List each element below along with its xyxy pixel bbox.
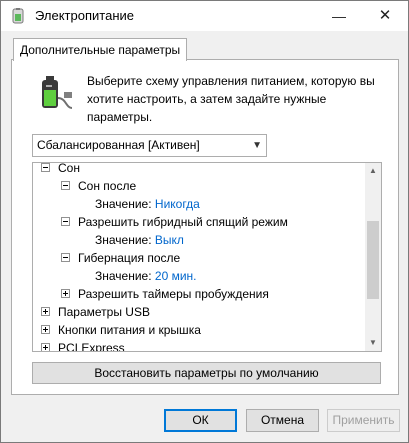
tree-item-label: Параметры USB xyxy=(58,305,150,319)
tree-item-label: Разрешить гибридный спящий режим xyxy=(78,215,288,229)
value-label: Значение: xyxy=(95,233,152,247)
settings-tree[interactable]: Сон Сон после Значение: Никогда Разрешит… xyxy=(32,162,382,352)
tree-item-label: Сон после xyxy=(78,179,137,193)
expand-icon[interactable] xyxy=(61,289,70,299)
tree-item-label: Гибернация после xyxy=(78,251,181,265)
tree-item-label: Разрешить таймеры пробуждения xyxy=(78,287,269,301)
expand-icon[interactable] xyxy=(41,307,50,317)
tree-item-power-buttons-lid[interactable]: Кнопки питания и крышка xyxy=(41,321,201,339)
value-label: Значение: xyxy=(95,197,152,211)
collapse-icon[interactable] xyxy=(61,217,70,227)
value-link[interactable]: Выкл xyxy=(155,233,184,247)
instruction-text: Выберите схему управления питанием, кото… xyxy=(87,74,375,124)
cancel-button[interactable]: Отмена xyxy=(246,409,319,432)
minimize-button[interactable]: — xyxy=(316,1,362,31)
ok-button[interactable]: ОК xyxy=(164,409,237,432)
scroll-down-arrow-icon[interactable]: ▼ xyxy=(365,335,381,351)
collapse-icon[interactable] xyxy=(41,163,50,173)
apply-button[interactable]: Применить xyxy=(327,409,400,432)
tree-item-hybrid-sleep[interactable]: Разрешить гибридный спящий режим xyxy=(61,213,288,231)
tree-item-hibernate-after-value[interactable]: Значение: 20 мин. xyxy=(95,267,197,285)
chevron-down-icon: ▼ xyxy=(252,140,262,151)
tree-scrollbar[interactable]: ▲ ▼ xyxy=(365,163,381,351)
value-label: Значение: xyxy=(95,269,152,283)
close-button[interactable]: ✕ xyxy=(362,1,408,31)
power-plan-select-value: Сбалансированная [Активен] xyxy=(37,138,200,152)
battery-power-icon xyxy=(42,76,73,109)
tree-item-hybrid-sleep-value[interactable]: Значение: Выкл xyxy=(95,231,184,249)
power-options-window: Электропитание — ✕ Дополнительные параме… xyxy=(0,0,409,443)
tree-item-sleep-after-value[interactable]: Значение: Никогда xyxy=(95,195,200,213)
title-bar: Электропитание — ✕ xyxy=(1,1,408,31)
restore-defaults-button[interactable]: Восстановить параметры по умолчанию xyxy=(32,362,381,384)
tree-item-sleep[interactable]: Сон xyxy=(41,162,80,177)
tree-item-wake-timers[interactable]: Разрешить таймеры пробуждения xyxy=(61,285,269,303)
scrollbar-thumb[interactable] xyxy=(367,221,379,299)
tree-item-hibernate-after[interactable]: Гибернация после xyxy=(61,249,180,267)
tree-item-label: PCI Express xyxy=(58,341,125,352)
tree-item-sleep-after[interactable]: Сон после xyxy=(61,177,136,195)
value-link[interactable]: 20 мин. xyxy=(155,269,197,283)
advanced-settings-panel: Выберите схему управления питанием, кото… xyxy=(11,59,399,395)
tab-advanced-settings[interactable]: Дополнительные параметры xyxy=(13,38,188,61)
scroll-up-arrow-icon[interactable]: ▲ xyxy=(365,163,381,179)
window-title: Электропитание xyxy=(35,8,134,23)
collapse-icon[interactable] xyxy=(61,253,70,263)
tree-item-usb-settings[interactable]: Параметры USB xyxy=(41,303,150,321)
tree-item-label: Сон xyxy=(58,162,80,175)
tree-item-pci-express[interactable]: PCI Express xyxy=(41,339,125,352)
value-link[interactable]: Никогда xyxy=(155,197,200,211)
expand-icon[interactable] xyxy=(41,343,50,351)
tree-item-label: Кнопки питания и крышка xyxy=(58,323,201,337)
collapse-icon[interactable] xyxy=(61,181,70,191)
power-options-app-icon xyxy=(12,8,24,24)
power-plan-select[interactable]: Сбалансированная [Активен] ▼ xyxy=(32,134,267,157)
expand-icon[interactable] xyxy=(41,325,50,335)
